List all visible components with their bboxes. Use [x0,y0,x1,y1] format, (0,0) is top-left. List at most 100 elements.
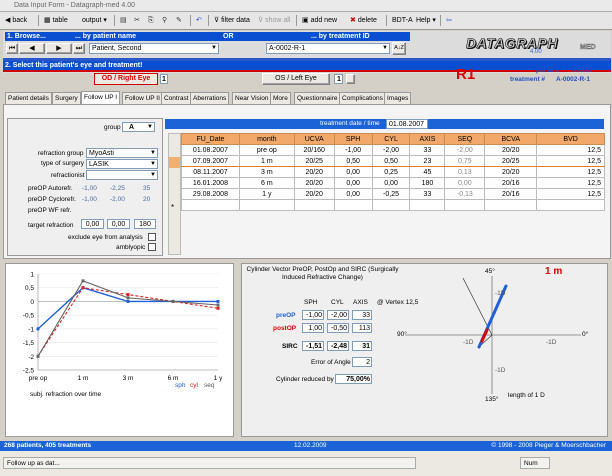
tab-surgery[interactable]: Surgery [52,92,81,104]
table-cell[interactable]: 0,00 [333,177,373,189]
table-cell[interactable]: 12,5 [536,144,605,156]
table-cell[interactable]: 12,5 [536,177,605,189]
add-new-button[interactable]: ▣ add new [300,14,339,27]
table-cell[interactable] [371,199,411,211]
table-cell[interactable]: 0,50 [371,155,411,167]
group-select[interactable]: A ▼ [122,122,155,132]
table-cell[interactable]: 0,00 [371,177,411,189]
table-cell[interactable]: 23 [409,155,446,167]
table-cell[interactable]: -1,00 [333,144,373,156]
patient-name-select[interactable]: Patient, Second ▼ [89,43,219,54]
undo-icon[interactable]: ↶ [194,14,204,27]
od-right-eye-button[interactable]: OD / Right Eye [94,73,158,85]
table-row[interactable]: 16.01.2008 6 m 20/20 0,00 0,00 180 0,00 20/16 12… [181,177,605,189]
help-menu[interactable]: Help ▾ [414,14,438,27]
column-header[interactable]: CYL [371,133,411,145]
table-cell[interactable]: 16.01.2008 [181,177,240,189]
exclude-checkbox[interactable] [148,233,156,241]
table-cell[interactable] [409,199,446,211]
show-all-button[interactable]: ⊽ show all [256,14,292,27]
column-header[interactable]: FU_Date [181,133,240,145]
table-cell[interactable]: 01.08.2007 [181,144,240,156]
table-cell[interactable]: 20/20 [293,166,335,178]
os-left-eye-button[interactable]: OS / Left Eye [262,73,330,85]
tab-near-vision[interactable]: Near Vision [232,92,272,104]
format-icon[interactable]: ⚲ [160,14,169,27]
sort-button[interactable]: A↓Z [392,42,406,55]
table-cell[interactable]: 1 y [238,188,295,200]
first-record-button[interactable]: ⏮ [6,43,18,54]
table-cell[interactable]: 20/16 [484,177,538,189]
column-header[interactable]: UCVA [293,133,335,145]
last-record-button[interactable]: ⏭ [73,43,85,54]
table-cell[interactable]: 0,00 [333,166,373,178]
table-cell[interactable]: 20/20 [293,177,335,189]
table-cell[interactable]: 12,5 [536,188,605,200]
delete-button[interactable]: ✖ delete [348,14,379,27]
tab-follow-up-i[interactable]: Follow UP I [81,91,121,104]
table-cell[interactable]: 12,5 [536,155,605,167]
tab-contrast[interactable]: Contrast [161,92,192,104]
target-axis-field[interactable]: 180 [134,219,156,229]
output-button[interactable]: output ▾ [80,14,109,27]
table-cell[interactable]: 45 [409,166,446,178]
table-row[interactable]: 29.08.2008 1 y 20/20 0,00 -0,25 33 -0,13 20/16 1… [181,188,605,200]
column-header[interactable]: BCVA [484,133,538,145]
table-cell[interactable]: 3 m [238,166,295,178]
surgery-type-select[interactable]: LASIK ▼ [86,159,158,169]
table-cell[interactable]: 0,25 [371,166,411,178]
table-cell[interactable]: 20/160 [293,144,335,156]
refraction-group-select[interactable]: MyoAsti ▼ [86,148,158,158]
table-cell[interactable] [293,199,335,211]
table-cell[interactable]: pre op [238,144,295,156]
table-cell[interactable]: 0,50 [333,155,373,167]
back-button[interactable]: ◀ back [3,14,29,27]
table-button[interactable]: ▦ table [42,14,70,27]
table-cell[interactable]: 20/20 [484,144,538,156]
brush-icon[interactable]: ✎ [174,14,184,27]
table-cell[interactable]: 6 m [238,177,295,189]
table-cell[interactable]: 29.08.2008 [181,188,240,200]
os-toggle-button[interactable] [346,74,355,84]
table-cell[interactable]: 1 m [238,155,295,167]
filter-button[interactable]: ⊽ filter data [212,14,252,27]
table-cell[interactable]: 20/16 [484,188,538,200]
column-header[interactable]: AXIS [409,133,446,145]
treatment-date-field[interactable]: 01.08.2007 [386,119,428,129]
table-row[interactable]: 07.09.2007 1 m 20/25 0,50 0,50 23 0,75 20/25 12,… [181,155,605,167]
paste-icon[interactable]: ⎘ [146,14,156,27]
table-cell[interactable]: 0,00 [444,177,486,189]
bdt-button[interactable]: BDT-A [390,14,415,27]
tab-patient-details[interactable]: Patient details [5,92,52,104]
new-record-row[interactable] [181,199,605,211]
column-header[interactable]: SEQ [444,133,486,145]
table-cell[interactable]: -2,00 [371,144,411,156]
next-record-button[interactable]: ▶ [46,43,72,54]
tab-follow-up-ii[interactable]: Follow UP II [122,92,163,104]
table-cell[interactable]: 180 [409,177,446,189]
table-cell[interactable]: 07.09.2007 [181,155,240,167]
tab-complications[interactable]: Complications [339,92,386,104]
table-cell[interactable] [181,199,240,211]
table-cell[interactable]: 20/25 [484,155,538,167]
table-cell[interactable] [444,199,486,211]
tab-more[interactable]: More [270,92,291,104]
tab-images[interactable]: Images [384,92,412,104]
arrow-icon[interactable]: ⇦ [444,14,454,27]
table-cell[interactable]: 20/25 [293,155,335,167]
prev-record-button[interactable]: ◀ [19,43,45,54]
refractionist-select[interactable]: ▼ [86,170,158,180]
table-cell[interactable]: 0,00 [333,188,373,200]
table-cell[interactable]: 0,13 [444,166,486,178]
table-cell[interactable]: 33 [409,144,446,156]
column-header[interactable]: SPH [333,133,373,145]
target-sph-field[interactable]: 0,00 [81,219,104,229]
table-cell[interactable] [238,199,295,211]
table-cell[interactable] [333,199,373,211]
tab-questionnaire[interactable]: Questionnaire [294,92,341,104]
tab-aberrations[interactable]: Aberrations [190,92,230,104]
table-row[interactable]: 01.08.2007 pre op 20/160 -1,00 -2,00 33 -2,00 2… [181,144,605,156]
column-header[interactable]: BVD [536,133,605,145]
treatment-id-select[interactable]: A-0002-R-1 ▼ [266,43,390,54]
column-header[interactable]: month [238,133,295,145]
